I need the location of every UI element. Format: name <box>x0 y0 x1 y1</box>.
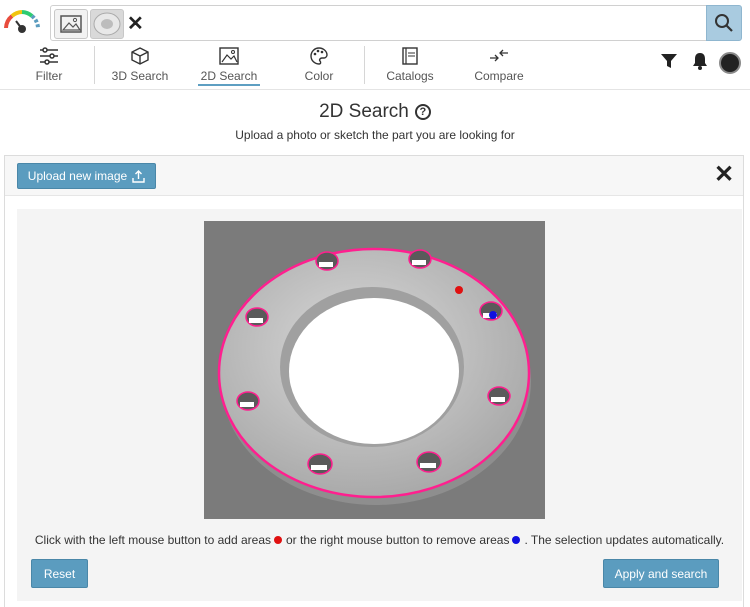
remove-area-dot-icon <box>512 536 521 544</box>
page-title: 2D Search? <box>0 101 750 123</box>
bell-icon[interactable] <box>691 52 709 70</box>
close-panel-icon[interactable]: ✕ <box>713 162 735 188</box>
filter-funnel-icon[interactable] <box>660 52 678 70</box>
nav-divider <box>364 46 365 84</box>
nav-color[interactable]: Color <box>296 44 342 90</box>
page-subtitle: Upload a photo or sketch the part you ar… <box>235 128 515 142</box>
page-title-text: 2D Search <box>319 101 409 122</box>
uploaded-image-canvas[interactable] <box>204 221 545 519</box>
nav-filter[interactable]: Filter <box>24 44 74 90</box>
nav-compare-label: Compare <box>474 69 524 83</box>
nav-compare[interactable]: Compare <box>470 44 528 90</box>
palette-icon <box>310 47 328 65</box>
image-selection-panel: Upload new image ✕ Click with the left m… <box>4 155 744 607</box>
nav-3d-search-label: 3D Search <box>111 69 169 83</box>
flange-photo <box>217 247 531 505</box>
nav-2d-search[interactable]: 2D Search <box>198 44 260 90</box>
nav-color-label: Color <box>304 69 334 83</box>
add-area-marker[interactable] <box>455 286 463 294</box>
panel-body: Click with the left mouse button to add … <box>17 209 742 601</box>
nav-catalogs[interactable]: Catalogs <box>382 44 438 90</box>
gauge-logo-icon[interactable] <box>2 8 42 34</box>
search-button[interactable] <box>706 5 742 41</box>
flange-thumbnail[interactable] <box>90 9 124 39</box>
nav-catalogs-label: Catalogs <box>386 69 434 83</box>
panel-header: Upload new image ✕ <box>5 156 743 196</box>
remove-area-marker[interactable] <box>489 311 497 319</box>
catalog-icon <box>402 47 418 65</box>
nav-2d-search-label: 2D Search <box>198 69 260 86</box>
reset-button[interactable]: Reset <box>31 559 88 588</box>
main-nav: Filter 3D Search 2D Search Color Catalog… <box>0 44 750 90</box>
sliders-icon <box>40 47 58 65</box>
nav-divider <box>94 46 95 84</box>
instruction-part1: Click with the left mouse button to add … <box>34 533 271 547</box>
add-area-dot-icon <box>274 536 282 544</box>
top-bar: ✕ <box>0 0 750 44</box>
user-avatar[interactable] <box>719 52 741 74</box>
selection-instruction: Click with the left mouse button to add … <box>17 533 742 547</box>
instruction-part3: . The selection updates automatically. <box>524 533 725 547</box>
flange-thumbnail-icon <box>93 12 121 36</box>
search-icon <box>715 14 733 32</box>
image-placeholder-icon <box>60 15 82 33</box>
cube-icon <box>131 47 149 65</box>
upload-new-image-button[interactable]: Upload new image <box>17 163 156 189</box>
instruction-part2: or the right mouse button to remove area… <box>286 533 510 547</box>
nav-filter-label: Filter <box>35 69 63 83</box>
apply-and-search-button[interactable]: Apply and search <box>603 559 719 588</box>
upload-button-label: Upload new image <box>27 169 128 183</box>
image-placeholder-thumbnail[interactable] <box>54 9 88 39</box>
remove-image-icon[interactable]: ✕ <box>127 12 144 36</box>
help-icon[interactable]: ? <box>414 104 431 120</box>
search-input[interactable]: ✕ <box>50 5 707 41</box>
compare-arrows-icon <box>490 49 508 62</box>
nav-3d-search[interactable]: 3D Search <box>108 44 172 90</box>
upload-icon <box>132 169 145 183</box>
image-icon <box>219 47 239 65</box>
